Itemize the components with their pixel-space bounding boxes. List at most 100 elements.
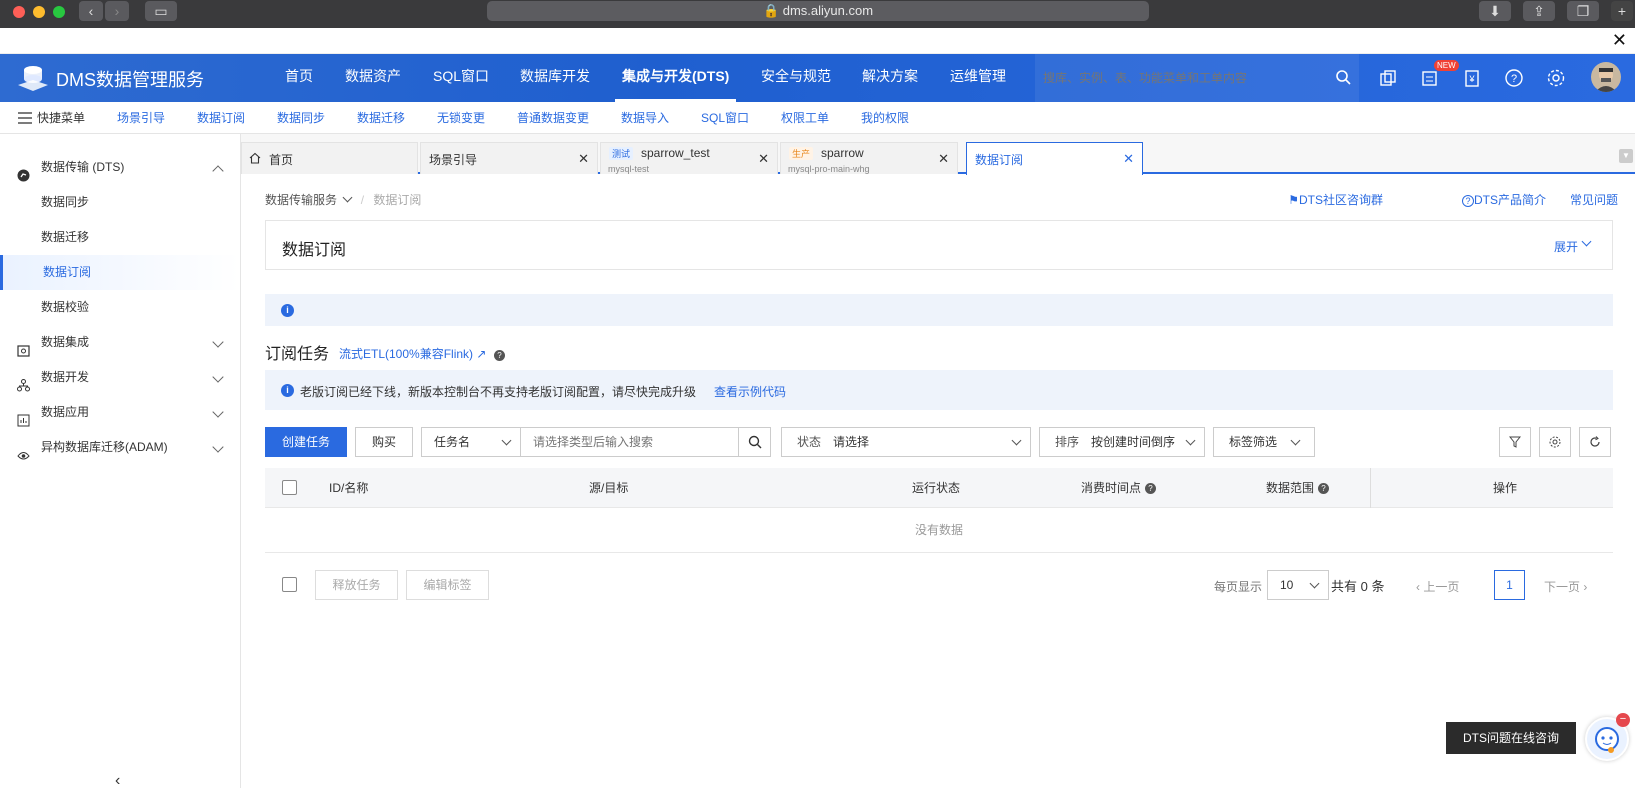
back-icon[interactable]: ‹ xyxy=(79,1,103,21)
sidebar-group-adam[interactable]: 异构数据库迁移(ADAM) xyxy=(0,430,240,465)
settings-icon[interactable] xyxy=(1546,68,1566,88)
edit-tag-button[interactable]: 编辑标签 xyxy=(406,570,489,600)
minimize-chat-icon[interactable]: − xyxy=(1616,713,1630,727)
nav-data-assets[interactable]: 数据资产 xyxy=(345,54,401,102)
select-all-checkbox[interactable] xyxy=(282,480,297,495)
nav-security[interactable]: 安全与规范 xyxy=(761,54,831,102)
nav-dts[interactable]: 集成与开发(DTS) xyxy=(615,54,737,102)
collapse-sidebar-icon[interactable]: ‹ xyxy=(115,772,120,790)
quick-item[interactable]: 无锁变更 xyxy=(437,102,485,134)
status-select[interactable]: 状态 请选择 xyxy=(781,427,1031,457)
share-icon[interactable]: ⇪ xyxy=(1523,1,1555,21)
global-search-input[interactable] xyxy=(1043,66,1313,90)
help-bubble[interactable]: DTS问题在线咨询 xyxy=(1446,722,1576,754)
faq-link[interactable]: 常见问题 xyxy=(1570,191,1618,208)
tab-sparrow-test[interactable]: 测试 sparrow_test mysql-test ✕ xyxy=(600,142,778,174)
quick-item[interactable]: SQL窗口 xyxy=(701,102,749,134)
next-page-button[interactable]: 下一页 › xyxy=(1544,578,1587,595)
sample-code-link[interactable]: 查看示例代码 xyxy=(714,383,786,400)
expand-button[interactable]: 展开 xyxy=(1554,238,1578,255)
download-icon[interactable]: ⬇ xyxy=(1479,1,1511,21)
page-size-select[interactable]: 10 xyxy=(1267,570,1329,600)
quick-item[interactable]: 数据迁移 xyxy=(357,102,405,134)
close-icon[interactable]: ✕ xyxy=(938,151,949,167)
new-tab-icon[interactable]: + xyxy=(1611,1,1633,21)
sidebar-item-validation[interactable]: 数据校验 xyxy=(0,290,240,325)
close-icon[interactable]: ✕ xyxy=(1123,151,1134,167)
help-circle-icon[interactable]: ? xyxy=(1145,483,1157,495)
sidebar-toggle-icon[interactable]: ▭ xyxy=(145,1,177,21)
quick-item[interactable]: 普通数据变更 xyxy=(517,102,589,134)
tab-dropdown-icon[interactable]: ▼ xyxy=(1619,149,1633,163)
chevron-down-icon[interactable] xyxy=(1581,236,1592,247)
nav-sql-window[interactable]: SQL窗口 xyxy=(433,54,489,102)
create-task-button[interactable]: 创建任务 xyxy=(265,427,347,457)
close-icon[interactable]: ✕ xyxy=(578,151,589,167)
forward-icon[interactable]: › xyxy=(105,1,129,21)
field-select[interactable]: 任务名 xyxy=(421,427,521,457)
quick-menu-label[interactable]: 快捷菜单 xyxy=(37,102,85,134)
sidebar-group-label: 数据应用 xyxy=(41,405,90,419)
minimize-window-icon[interactable] xyxy=(33,6,45,18)
sidebar-item-sync[interactable]: 数据同步 xyxy=(0,185,240,220)
quick-item[interactable]: 场景引导 xyxy=(117,102,165,134)
quick-item[interactable]: 数据同步 xyxy=(277,102,325,134)
tab-sparrow[interactable]: 生产 sparrow mysql-pro-main-whg ✕ xyxy=(780,142,958,174)
tab-label: 场景引导 xyxy=(429,153,478,167)
breadcrumb-parent[interactable]: 数据传输服务 xyxy=(265,193,337,207)
logo-text[interactable]: DMS数据管理服务 xyxy=(56,66,204,92)
tab-scene-guide[interactable]: 场景引导 ✕ xyxy=(420,142,598,174)
sidebar-item-migration[interactable]: 数据迁移 xyxy=(0,220,240,255)
refresh-button[interactable] xyxy=(1579,427,1611,457)
help-circle-icon[interactable]: ? xyxy=(494,348,505,362)
sidebar-group-dev[interactable]: 数据开发 xyxy=(0,360,240,395)
global-search[interactable] xyxy=(1035,54,1359,102)
tab-subscription[interactable]: 数据订阅 ✕ xyxy=(966,142,1143,175)
quick-item[interactable]: 我的权限 xyxy=(861,102,909,134)
buy-button[interactable]: 购买 xyxy=(355,427,413,457)
search-button[interactable] xyxy=(738,427,771,457)
quick-item[interactable]: 权限工单 xyxy=(781,102,829,134)
billing-icon[interactable]: ¥ xyxy=(1462,68,1482,88)
nav-db-dev[interactable]: 数据库开发 xyxy=(520,54,590,102)
copy-icon[interactable] xyxy=(1378,68,1398,88)
chevron-down-icon[interactable] xyxy=(342,192,353,203)
nav-home[interactable]: 首页 xyxy=(285,54,313,102)
etl-link[interactable]: 流式ETL(100%兼容Flink) ↗ xyxy=(339,345,486,362)
product-intro-link[interactable]: ? DTS产品简介 xyxy=(1461,191,1546,208)
avatar[interactable] xyxy=(1591,62,1621,92)
quick-item[interactable]: 数据订阅 xyxy=(197,102,245,134)
tabs-overview-icon[interactable]: ❐ xyxy=(1567,1,1599,21)
nav-ops[interactable]: 运维管理 xyxy=(950,54,1006,102)
tag-filter-select[interactable]: 标签筛选 xyxy=(1213,427,1315,457)
quick-item[interactable]: 数据导入 xyxy=(621,102,669,134)
sidebar-group-dts[interactable]: 数据传输 (DTS) xyxy=(0,150,240,185)
url-bar[interactable]: 🔒 dms.aliyun.com xyxy=(487,1,1149,21)
task-search-input[interactable] xyxy=(520,427,739,457)
sidebar-group-apps[interactable]: 数据应用 xyxy=(0,395,240,430)
close-icon[interactable]: ✕ xyxy=(758,151,769,167)
filter-button[interactable] xyxy=(1499,427,1531,457)
help-icon[interactable]: ? xyxy=(1504,68,1524,88)
info-icon: i xyxy=(281,304,294,317)
etl-link-label: 流式ETL(100%兼容Flink) xyxy=(339,347,474,361)
community-link[interactable]: ⚑DTS社区咨询群 xyxy=(1288,191,1383,208)
sidebar-group-integration[interactable]: 数据集成 xyxy=(0,325,240,360)
close-icon[interactable]: ✕ xyxy=(1612,30,1627,51)
sort-select[interactable]: 排序 按创建时间倒序 xyxy=(1039,427,1205,457)
tasks-icon[interactable] xyxy=(1420,68,1440,88)
search-icon[interactable] xyxy=(1335,69,1351,88)
footer-select-checkbox[interactable] xyxy=(282,577,297,592)
help-circle-icon[interactable]: ? xyxy=(1318,483,1330,495)
menu-icon[interactable] xyxy=(18,112,32,124)
nav-solutions[interactable]: 解决方案 xyxy=(862,54,918,102)
sidebar-item-subscription[interactable]: 数据订阅 xyxy=(0,255,240,290)
maximize-window-icon[interactable] xyxy=(53,6,65,18)
prev-page-button[interactable]: ‹ 上一页 xyxy=(1416,578,1459,595)
release-task-button[interactable]: 释放任务 xyxy=(315,570,398,600)
tab-home[interactable]: 首页 xyxy=(241,142,418,174)
page-number-button[interactable]: 1 xyxy=(1494,570,1525,600)
close-window-icon[interactable] xyxy=(13,6,25,18)
tab-label: 数据订阅 xyxy=(975,153,1024,167)
settings-button[interactable] xyxy=(1539,427,1571,457)
